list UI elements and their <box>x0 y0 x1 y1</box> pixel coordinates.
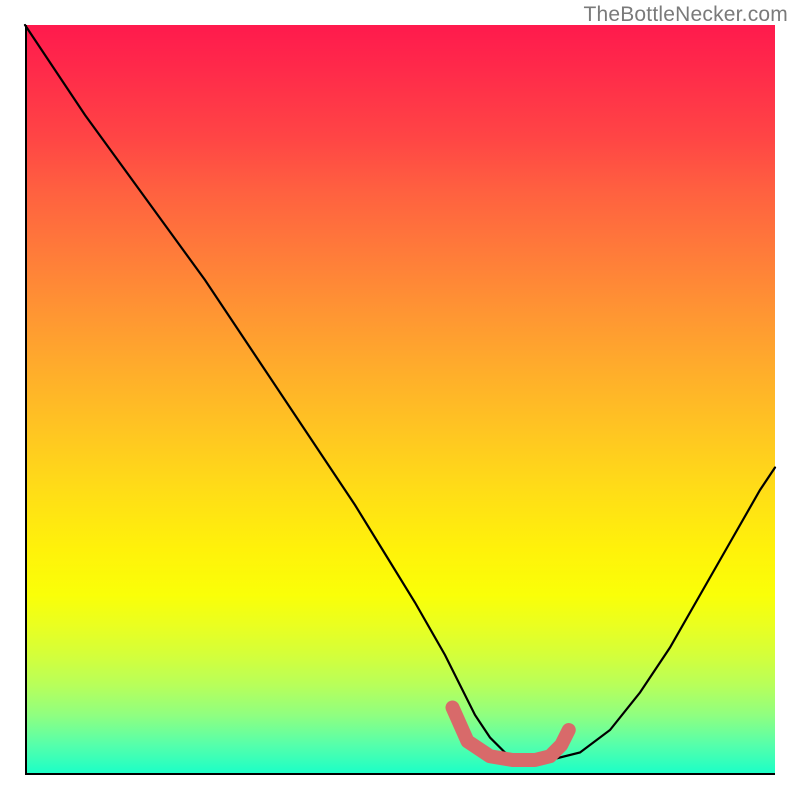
watermark-text: TheBottleNecker.com <box>583 3 788 27</box>
x-axis <box>25 773 775 775</box>
y-axis <box>25 25 27 775</box>
chart-svg <box>25 25 775 775</box>
bottleneck-curve <box>25 25 775 760</box>
chart-container: TheBottleNecker.com <box>0 0 800 800</box>
trough-marker <box>453 708 569 761</box>
